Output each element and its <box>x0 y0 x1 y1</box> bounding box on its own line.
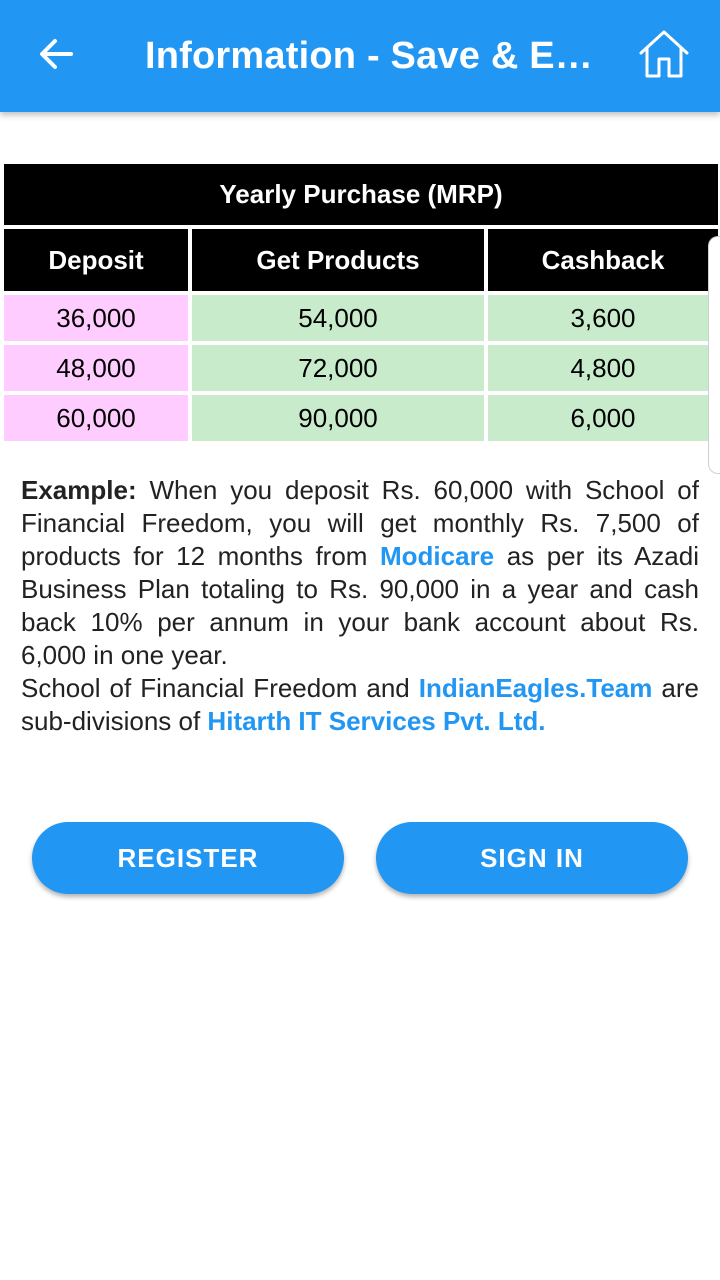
header-get-products: Get Products <box>192 229 484 291</box>
cashback-cell: 6,000 <box>488 395 718 441</box>
subdivision-text: School of Financial Freedom and <box>21 673 419 703</box>
indianeagles-link[interactable]: IndianEagles.Team <box>419 673 653 703</box>
example-label: Example: <box>21 475 137 505</box>
sign-in-button[interactable]: SIGN IN <box>376 822 688 894</box>
table-header-row: Deposit Get Products Cashback <box>4 229 718 291</box>
table-row: 36,000 54,000 3,600 <box>4 295 718 341</box>
purchase-table: Yearly Purchase (MRP) Deposit Get Produc… <box>4 164 718 441</box>
back-button[interactable] <box>22 28 90 84</box>
table-row: 48,000 72,000 4,800 <box>4 345 718 391</box>
arrow-left-icon <box>38 36 74 77</box>
register-button[interactable]: REGISTER <box>32 822 344 894</box>
table-title: Yearly Purchase (MRP) <box>4 164 718 225</box>
deposit-cell: 48,000 <box>4 345 188 391</box>
deposit-cell: 36,000 <box>4 295 188 341</box>
hitarth-link[interactable]: Hitarth IT Services Pvt. Ltd. <box>207 706 545 736</box>
horizontal-scroll-indicator[interactable] <box>708 236 720 474</box>
cashback-cell: 4,800 <box>488 345 718 391</box>
products-cell: 90,000 <box>192 395 484 441</box>
header-deposit: Deposit <box>4 229 188 291</box>
page-title: Information - Save & E… <box>145 35 594 77</box>
products-cell: 72,000 <box>192 345 484 391</box>
cashback-cell: 3,600 <box>488 295 718 341</box>
example-paragraph: Example: When you deposit Rs. 60,000 wit… <box>21 474 699 738</box>
table-row: 60,000 90,000 6,000 <box>4 395 718 441</box>
app-bar: Information - Save & E… <box>0 0 720 112</box>
header-cashback: Cashback <box>488 229 718 291</box>
home-button[interactable] <box>628 24 700 88</box>
products-cell: 54,000 <box>192 295 484 341</box>
deposit-cell: 60,000 <box>4 395 188 441</box>
home-icon <box>638 29 690 84</box>
modicare-link[interactable]: Modicare <box>380 541 494 571</box>
